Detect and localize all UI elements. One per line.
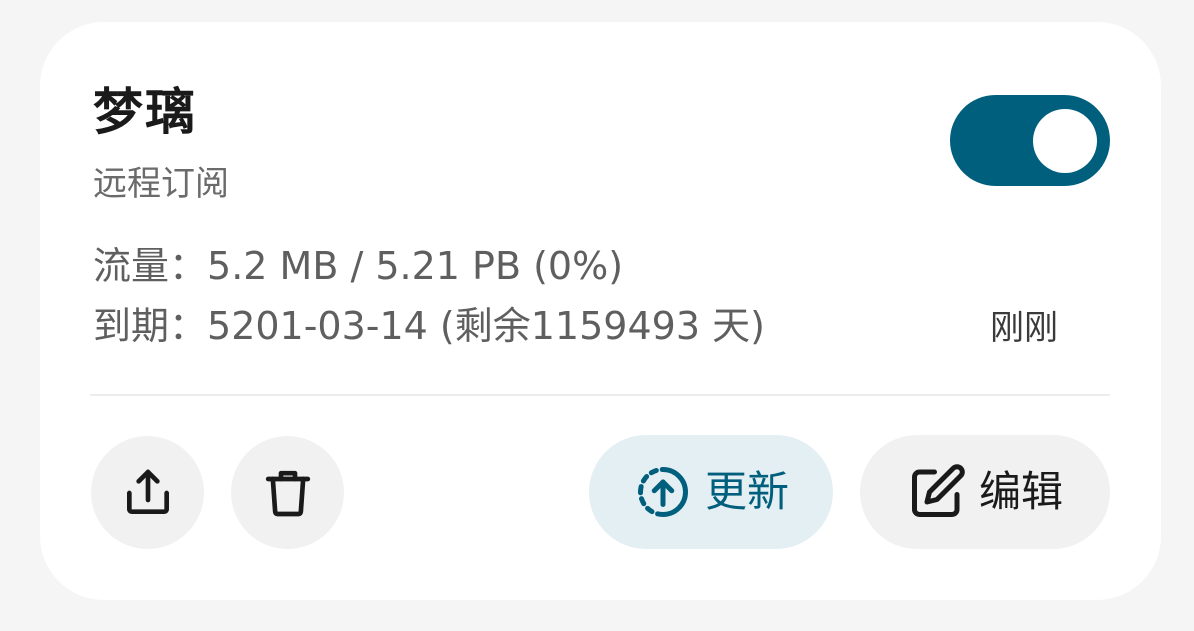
edit-label: 编辑 bbox=[978, 467, 1063, 516]
update-label: 更新 bbox=[704, 467, 789, 516]
edit-button[interactable]: 编辑 bbox=[860, 435, 1110, 549]
traffic-label: 流量： bbox=[93, 244, 208, 288]
expire-label: 到期： bbox=[93, 304, 208, 348]
upload-refresh-icon bbox=[633, 462, 693, 522]
update-button[interactable]: 更新 bbox=[589, 435, 833, 549]
expire-row: 到期：5201-03-14 (剩余1159493 天) bbox=[93, 300, 765, 352]
expire-value: 5201-03-14 (剩余1159493 天) bbox=[207, 304, 765, 348]
enable-toggle[interactable] bbox=[950, 95, 1110, 186]
subscription-card: 梦璃 远程订阅 流量：5.2 MB / 5.21 PB (0%) 到期：5201… bbox=[40, 22, 1161, 600]
edit-icon bbox=[907, 462, 967, 522]
toggle-knob bbox=[1033, 109, 1097, 173]
subscription-type: 远程订阅 bbox=[93, 164, 229, 204]
share-icon bbox=[120, 465, 176, 521]
traffic-row: 流量：5.2 MB / 5.21 PB (0%) bbox=[93, 240, 623, 292]
updated-time: 刚刚 bbox=[990, 308, 1058, 348]
subscription-name: 梦璃 bbox=[93, 83, 197, 141]
share-button[interactable] bbox=[91, 436, 204, 549]
divider bbox=[90, 394, 1110, 396]
delete-button[interactable] bbox=[231, 436, 344, 549]
traffic-value: 5.2 MB / 5.21 PB (0%) bbox=[207, 244, 624, 288]
trash-icon bbox=[260, 465, 316, 521]
